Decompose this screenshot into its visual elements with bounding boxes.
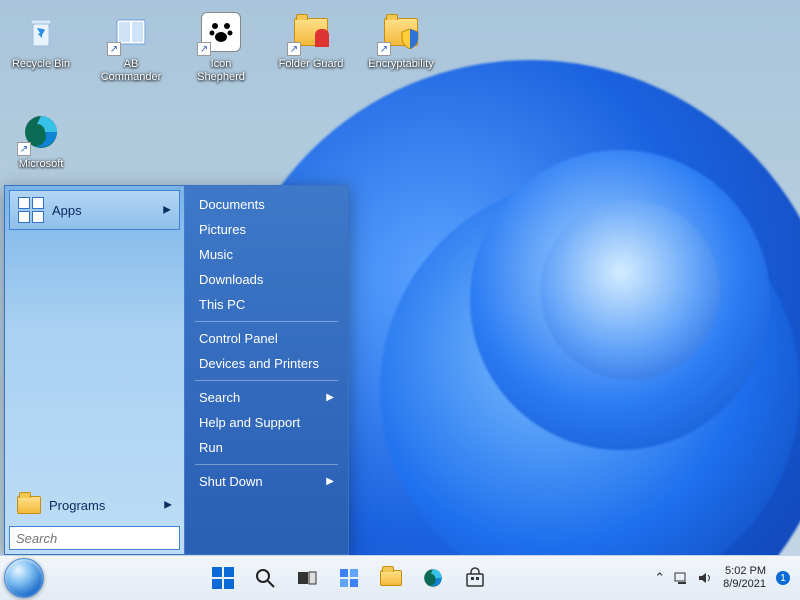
taskbar: ⌃ 5:02 PM 8/9/2021 1 (0, 555, 800, 600)
start-menu-item-label: Downloads (199, 272, 263, 287)
start-menu-item-run[interactable]: Run (185, 435, 348, 460)
taskbar-widgets-button[interactable] (337, 566, 361, 590)
chevron-right-icon: ▶ (326, 476, 334, 487)
search-icon (254, 567, 276, 589)
widgets-icon (338, 567, 360, 589)
desktop-icon-label: Recycle Bin (12, 58, 70, 71)
shortcut-overlay-icon: ↗ (197, 42, 211, 56)
start-menu-item-label: Control Panel (199, 331, 278, 346)
desktop-icon-label: Microsoft (19, 158, 64, 171)
task-view-icon (296, 567, 318, 589)
network-icon[interactable] (673, 570, 689, 586)
desktop: Recycle Bin ↗ AB Commander ↗ Icon Shephe… (0, 0, 800, 600)
start-menu: Apps ▶ Programs ▶ 🔍 Documents Pictures Mus… (4, 185, 349, 555)
start-menu-item-devices-and-printers[interactable]: Devices and Printers (185, 351, 348, 376)
start-menu-item-label: Shut Down (199, 474, 263, 489)
desktop-icon-folder-guard[interactable]: ↗ Folder Guard (276, 8, 346, 83)
folder-icon (17, 496, 41, 514)
start-button[interactable] (4, 558, 44, 598)
edge-icon (422, 567, 444, 589)
start-menu-search[interactable]: 🔍 (9, 526, 180, 550)
start-menu-programs-label: Programs (49, 498, 105, 513)
taskbar-center (44, 566, 654, 590)
desktop-icon-ab-commander[interactable]: ↗ AB Commander (96, 8, 166, 83)
recycle-bin-icon (21, 12, 61, 52)
start-menu-apps[interactable]: Apps ▶ (9, 190, 180, 230)
taskbar-right: ⌃ 5:02 PM 8/9/2021 1 (654, 565, 800, 590)
start-menu-item-documents[interactable]: Documents (185, 192, 348, 217)
desktop-icon-label: AB Commander (101, 58, 162, 83)
apps-grid-icon (18, 197, 44, 223)
notification-badge[interactable]: 1 (776, 571, 790, 585)
windows-logo-icon (212, 567, 234, 589)
start-menu-item-search[interactable]: Search ▶ (185, 385, 348, 410)
desktop-icon-edge[interactable]: ↗ Microsoft (6, 108, 76, 171)
start-menu-right-pane: Documents Pictures Music Downloads This PC Co… (185, 186, 348, 554)
menu-separator (195, 464, 338, 465)
taskbar-windows-button[interactable] (211, 566, 235, 590)
start-menu-item-label: Help and Support (199, 415, 300, 430)
taskbar-time: 5:02 PM (723, 565, 766, 578)
start-menu-item-pictures[interactable]: Pictures (185, 217, 348, 242)
start-menu-programs[interactable]: Programs ▶ (9, 490, 180, 520)
taskbar-explorer-button[interactable] (379, 566, 403, 590)
start-menu-item-label: Search (199, 390, 240, 405)
shortcut-overlay-icon: ↗ (17, 142, 31, 156)
shortcut-overlay-icon: ↗ (287, 42, 301, 56)
start-menu-item-this-pc[interactable]: This PC (185, 292, 348, 317)
desktop-icon-row: Recycle Bin ↗ AB Commander ↗ Icon Shephe… (6, 8, 436, 83)
wallpaper-shape (540, 200, 720, 380)
file-explorer-icon (380, 570, 402, 586)
start-menu-item-label: Pictures (199, 222, 246, 237)
system-tray[interactable]: ⌃ (654, 570, 713, 586)
store-icon (464, 567, 486, 589)
shortcut-overlay-icon: ↗ (377, 42, 391, 56)
start-menu-left-pane: Apps ▶ Programs ▶ 🔍 (5, 186, 185, 554)
taskbar-search-button[interactable] (253, 566, 277, 590)
desktop-icon-label: Folder Guard (279, 58, 344, 71)
desktop-icon-label: Icon Shepherd (186, 58, 256, 83)
menu-separator (195, 380, 338, 381)
chevron-right-icon: ▶ (163, 205, 171, 216)
chevron-right-icon: ▶ (326, 392, 334, 403)
chevron-right-icon: ▶ (164, 500, 172, 511)
taskbar-clock[interactable]: 5:02 PM 8/9/2021 (723, 565, 766, 590)
taskbar-date: 8/9/2021 (723, 578, 766, 591)
shortcut-overlay-icon: ↗ (107, 42, 121, 56)
tray-overflow-button[interactable]: ⌃ (654, 570, 665, 586)
desktop-icon-icon-shepherd[interactable]: ↗ Icon Shepherd (186, 8, 256, 83)
volume-icon[interactable] (697, 570, 713, 586)
desktop-icon-encryptability[interactable]: ↗ Encryptability (366, 8, 436, 83)
start-menu-apps-label: Apps (52, 203, 82, 218)
desktop-icon-recycle-bin[interactable]: Recycle Bin (6, 8, 76, 83)
start-menu-item-downloads[interactable]: Downloads (185, 267, 348, 292)
taskbar-store-button[interactable] (463, 566, 487, 590)
start-menu-item-label: Devices and Printers (199, 356, 319, 371)
menu-separator (195, 321, 338, 322)
taskbar-edge-button[interactable] (421, 566, 445, 590)
start-menu-item-label: Run (199, 440, 223, 455)
start-menu-item-control-panel[interactable]: Control Panel (185, 326, 348, 351)
start-menu-item-shut-down[interactable]: Shut Down ▶ (185, 469, 348, 494)
start-menu-item-music[interactable]: Music (185, 242, 348, 267)
start-menu-item-help-and-support[interactable]: Help and Support (185, 410, 348, 435)
search-input[interactable] (10, 531, 200, 546)
start-menu-item-label: Documents (199, 197, 265, 212)
taskbar-taskview-button[interactable] (295, 566, 319, 590)
desktop-icon-label: Encryptability (368, 58, 433, 71)
start-menu-item-label: This PC (199, 297, 245, 312)
start-menu-item-label: Music (199, 247, 233, 262)
